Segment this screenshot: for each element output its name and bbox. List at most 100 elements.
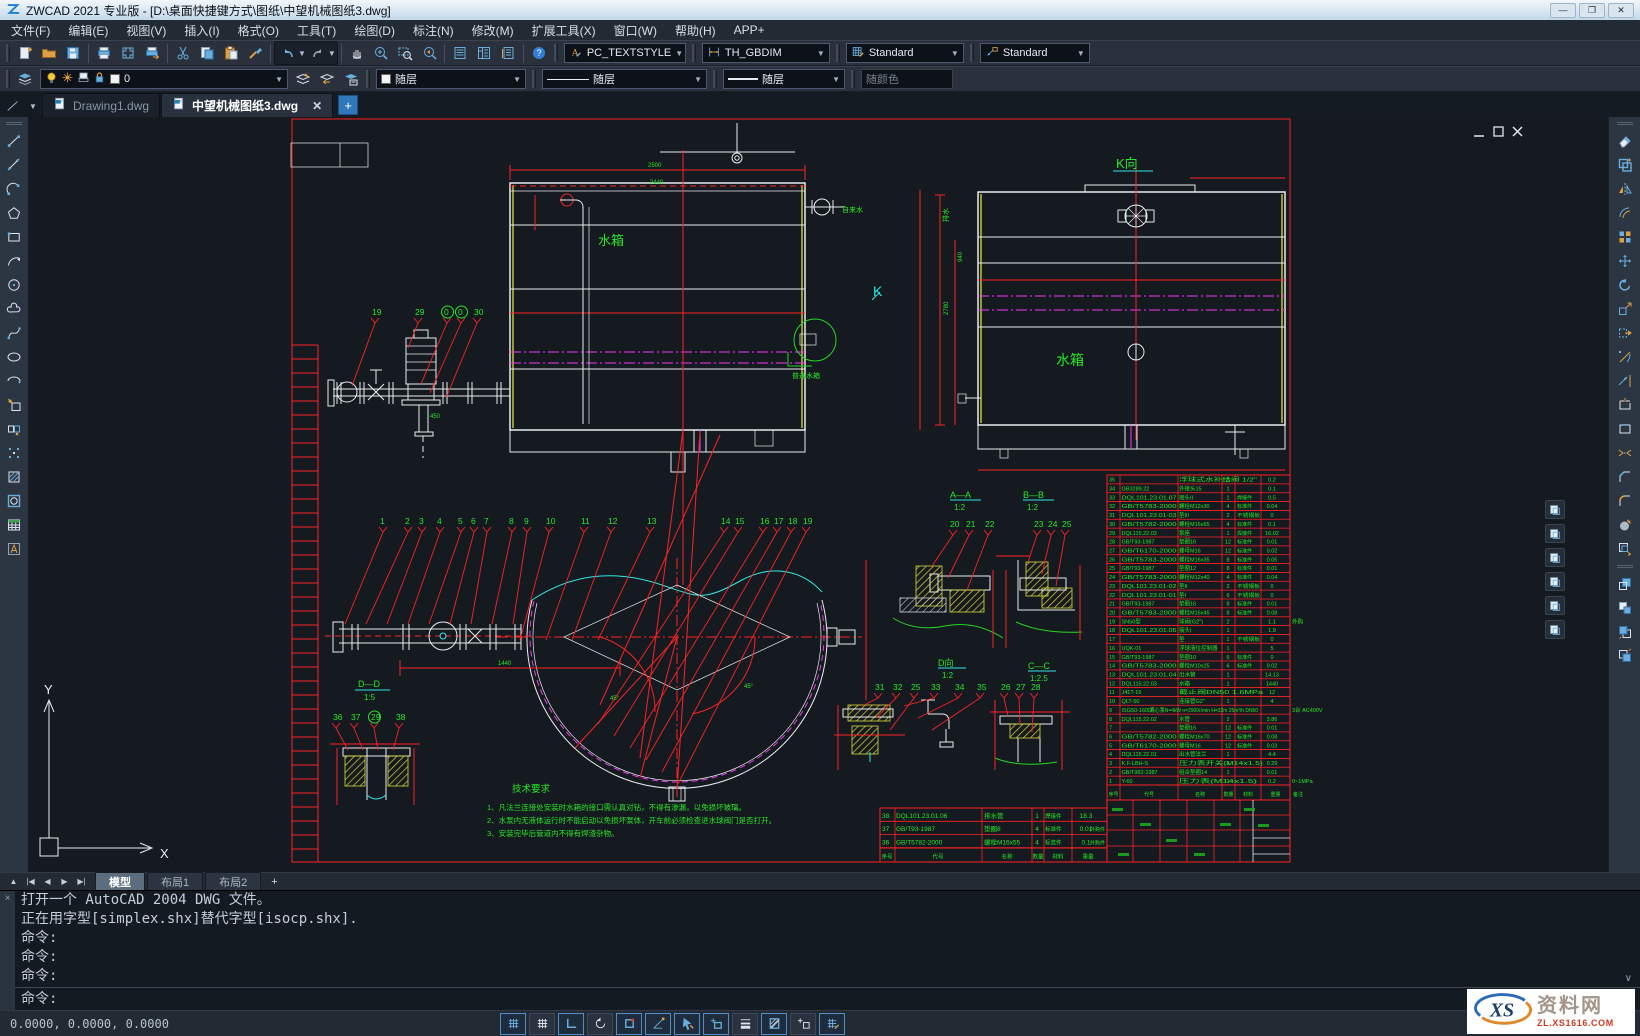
drawing-canvas[interactable]: 35浮球式水补给阀 1/2"10.234GB3289.22外接头1510.133… xyxy=(28,117,1608,872)
match-properties-icon[interactable] xyxy=(243,42,267,64)
offset-icon[interactable] xyxy=(1614,203,1636,223)
menu-标注N[interactable]: 标注(N) xyxy=(404,20,463,41)
layout-tab-布局1[interactable]: 布局1 xyxy=(147,872,203,892)
transparency-toggle[interactable] xyxy=(761,1013,787,1035)
paste-icon[interactable] xyxy=(219,42,243,64)
draworder-below-icon[interactable] xyxy=(1614,646,1636,666)
docked-tool-icon[interactable] xyxy=(1545,620,1565,639)
window-close-button[interactable]: ✕ xyxy=(1608,3,1634,18)
revcloud-icon[interactable] xyxy=(3,299,25,319)
array-icon[interactable] xyxy=(1614,227,1636,247)
quick-properties-toggle[interactable] xyxy=(790,1013,816,1035)
redo-icon[interactable] xyxy=(306,42,330,64)
publish-icon[interactable] xyxy=(140,42,164,64)
zoom-window-icon[interactable] xyxy=(393,42,417,64)
document-window-controls[interactable] xyxy=(1474,127,1522,136)
polyline-icon[interactable] xyxy=(3,179,25,199)
tab-tool-icon[interactable] xyxy=(2,95,24,117)
otrack-toggle[interactable] xyxy=(645,1013,671,1035)
scale-icon[interactable] xyxy=(1614,299,1636,319)
menu-插入I[interactable]: 插入(I) xyxy=(175,20,228,41)
plot-preview-icon[interactable] xyxy=(116,42,140,64)
layer-select[interactable]: 0 ▼ xyxy=(40,69,288,89)
gradient-icon[interactable] xyxy=(3,491,25,511)
xline-icon[interactable] xyxy=(3,155,25,175)
break-icon[interactable] xyxy=(1614,419,1636,439)
block-editor-icon[interactable] xyxy=(1614,539,1636,559)
layer-properties-icon[interactable] xyxy=(13,68,37,90)
menu-修改M[interactable]: 修改(M) xyxy=(463,20,523,41)
stretch-icon[interactable] xyxy=(1614,323,1636,343)
join-icon[interactable] xyxy=(1614,443,1636,463)
mleader-style-select[interactable]: Standard▼ xyxy=(980,43,1090,63)
doc-tab-1[interactable]: Drawing1.dwg xyxy=(42,93,160,117)
explode-icon[interactable] xyxy=(1614,515,1636,535)
fillet-icon[interactable] xyxy=(1614,491,1636,511)
menu-帮助H[interactable]: 帮助(H) xyxy=(666,20,725,41)
ellipse-icon[interactable] xyxy=(3,347,25,367)
move-icon[interactable] xyxy=(1614,251,1636,271)
undo-icon[interactable] xyxy=(276,42,300,64)
zoom-realtime-icon[interactable] xyxy=(369,42,393,64)
docked-tool-icon[interactable] xyxy=(1545,548,1565,567)
color-select[interactable]: 随层▼ xyxy=(376,69,526,89)
chamfer-icon[interactable] xyxy=(1614,467,1636,487)
save-icon[interactable] xyxy=(61,42,85,64)
doc-tab-2[interactable]: 中望机械图纸3.dwg✕ xyxy=(161,93,333,117)
layer-lock-icon[interactable] xyxy=(93,71,106,87)
help-icon[interactable]: ? xyxy=(527,42,551,64)
open-file-icon[interactable] xyxy=(37,42,61,64)
polar-toggle[interactable] xyxy=(587,1013,613,1035)
rectangle-icon[interactable] xyxy=(3,227,25,247)
lineweight-toggle[interactable] xyxy=(732,1013,758,1035)
circle-icon[interactable] xyxy=(3,275,25,295)
last-layout-icon[interactable]: ▶| xyxy=(74,877,89,886)
make-layer-current-icon[interactable] xyxy=(291,68,315,90)
create-block-icon[interactable] xyxy=(3,419,25,439)
layer-plot-icon[interactable] xyxy=(77,71,90,87)
mirror-icon[interactable] xyxy=(1614,179,1636,199)
polygon-icon[interactable] xyxy=(3,203,25,223)
layer-freeze-sun-icon[interactable] xyxy=(61,71,74,87)
docked-tool-icon[interactable] xyxy=(1545,596,1565,615)
spline-icon[interactable] xyxy=(3,323,25,343)
menu-窗口W[interactable]: 窗口(W) xyxy=(605,20,666,41)
line-icon[interactable] xyxy=(3,131,25,151)
dim-style-select[interactable]: TH_GBDIM▼ xyxy=(702,43,830,63)
table-icon[interactable] xyxy=(3,515,25,535)
window-maximize-button[interactable]: ❐ xyxy=(1579,3,1605,18)
draworder-back-icon[interactable] xyxy=(1614,598,1636,618)
linetype-select[interactable]: 随层▼ xyxy=(542,69,707,89)
next-layout-icon[interactable]: ▶ xyxy=(57,877,72,886)
first-layout-icon[interactable]: |◀ xyxy=(23,877,38,886)
new-tab-button[interactable]: + xyxy=(338,95,358,115)
command-close-icon[interactable]: × xyxy=(5,893,11,904)
rotate-icon[interactable] xyxy=(1614,275,1636,295)
hatch-icon[interactable] xyxy=(3,467,25,487)
dyn-toggle[interactable] xyxy=(674,1013,700,1035)
copy-icon[interactable] xyxy=(1614,155,1636,175)
arc-icon[interactable] xyxy=(3,251,25,271)
draworder-front-icon[interactable] xyxy=(1614,574,1636,594)
new-layout-button[interactable]: + xyxy=(263,875,285,889)
workspace-toggle[interactable] xyxy=(819,1013,845,1035)
point-icon[interactable] xyxy=(3,443,25,463)
layer-states-icon[interactable] xyxy=(339,68,363,90)
extend-icon[interactable] xyxy=(1614,371,1636,391)
layout-tab-模型[interactable]: 模型 xyxy=(95,872,145,892)
menu-APP[interactable]: APP+ xyxy=(725,21,774,39)
close-tab-icon[interactable]: ✕ xyxy=(312,99,322,113)
command-expand-icon[interactable]: ∨ xyxy=(1625,973,1632,984)
new-file-icon[interactable] xyxy=(13,42,37,64)
text-style-select[interactable]: A PC_TEXTSTYLE▼ xyxy=(564,43,686,63)
design-center-icon[interactable] xyxy=(472,42,496,64)
pan-icon[interactable] xyxy=(345,42,369,64)
grid-toggle[interactable] xyxy=(529,1013,555,1035)
trim-icon[interactable] xyxy=(1614,347,1636,367)
zoom-previous-icon[interactable] xyxy=(417,42,441,64)
ortho-toggle[interactable] xyxy=(558,1013,584,1035)
erase-icon[interactable] xyxy=(1614,131,1636,151)
break-at-point-icon[interactable] xyxy=(1614,395,1636,415)
snap-toggle[interactable] xyxy=(500,1013,526,1035)
menu-格式O[interactable]: 格式(O) xyxy=(229,20,288,41)
